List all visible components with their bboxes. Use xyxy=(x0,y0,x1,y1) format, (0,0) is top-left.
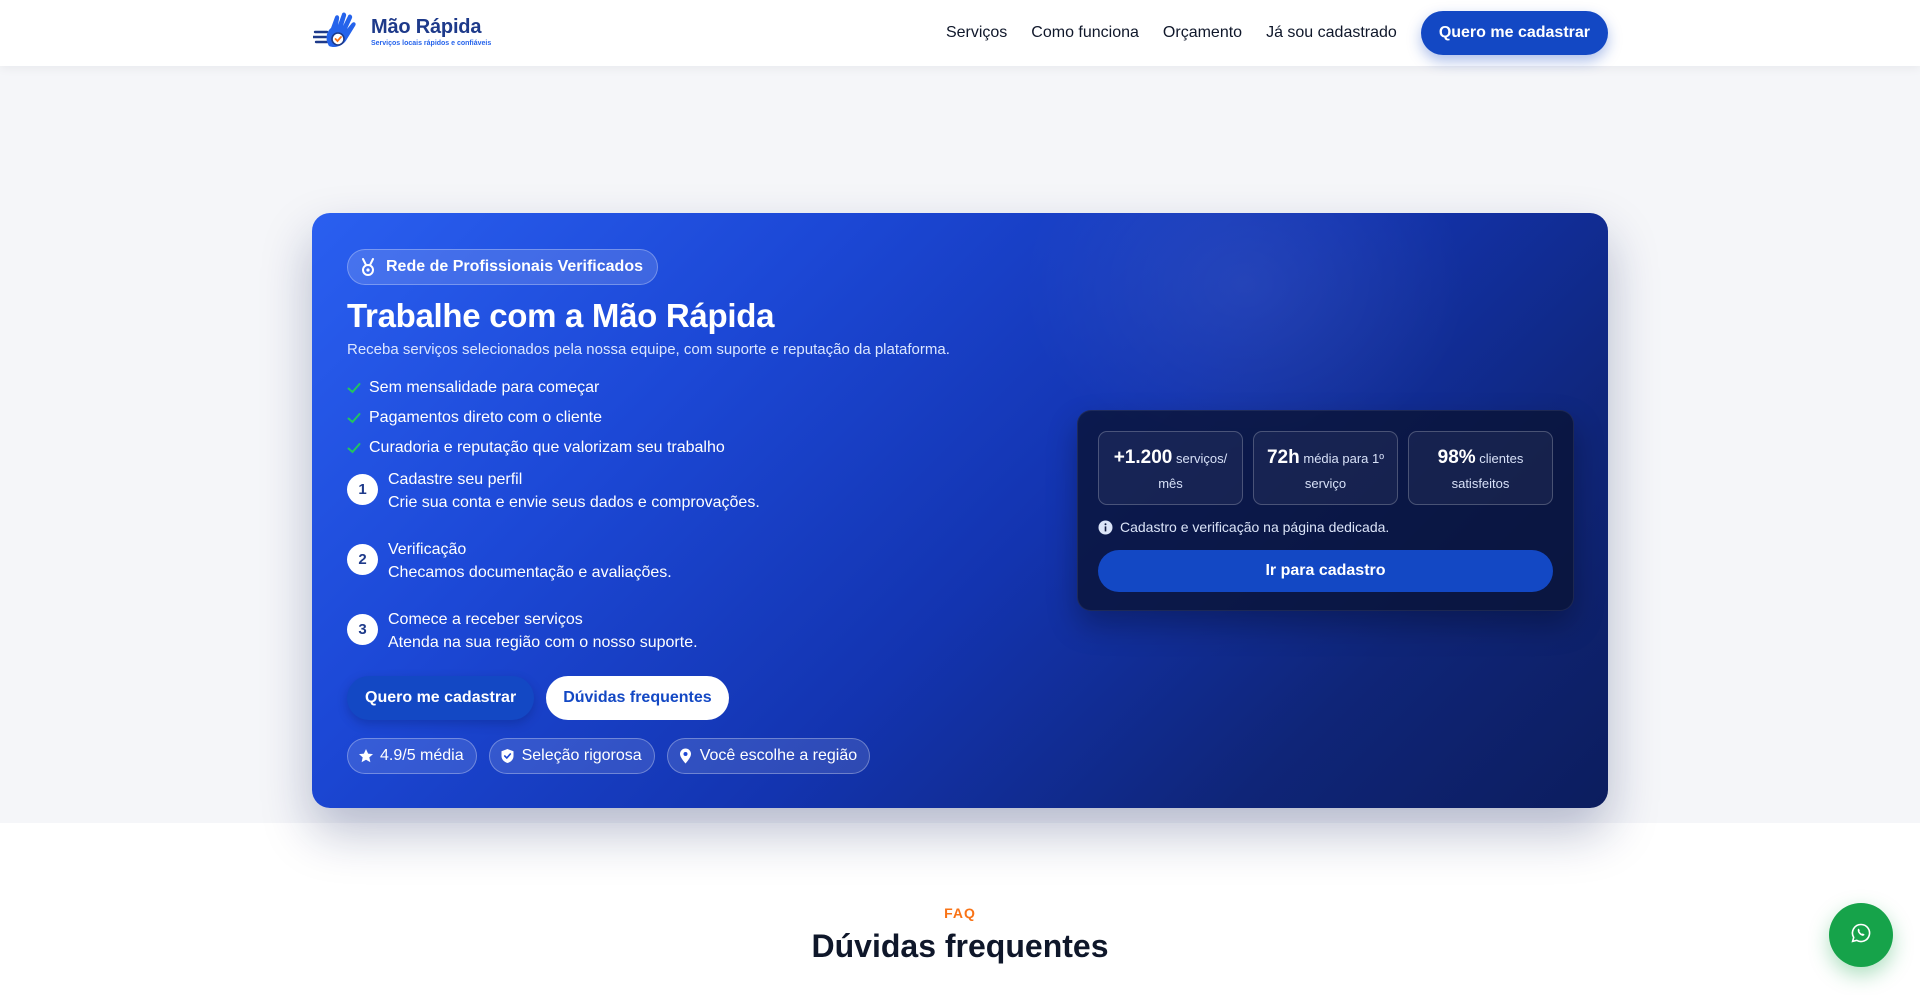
step-title: Verificação xyxy=(388,541,467,558)
stat-card: +1.200 serviços/ mês xyxy=(1098,431,1243,505)
stat-label: média para 1º xyxy=(1303,451,1384,466)
stat-label: serviços/ xyxy=(1175,451,1228,466)
medal-icon xyxy=(358,257,378,277)
stat-value: 98% xyxy=(1437,447,1476,468)
step-item: 2 Verificação Checamos documentação e av… xyxy=(347,538,760,608)
stats-row: +1.200 serviços/ mês 72h média para 1º s… xyxy=(1098,431,1553,505)
stat-label-line2: mês xyxy=(1158,476,1183,491)
stat-label: clientes xyxy=(1479,451,1524,466)
whatsapp-icon xyxy=(1851,923,1871,948)
go-to-signup-button[interactable]: Ir para cadastro xyxy=(1098,550,1553,592)
list-item: Pagamentos direto com o cliente xyxy=(347,403,725,433)
whatsapp-button[interactable] xyxy=(1829,903,1893,967)
rating-chip: 4.9/5 média xyxy=(347,738,477,774)
chip-label: Seleção rigorosa xyxy=(521,747,642,764)
stat-card: 72h média para 1º serviço xyxy=(1253,431,1398,505)
faq-button[interactable]: Dúvidas frequentes xyxy=(546,676,729,720)
step-title: Comece a receber serviços xyxy=(388,611,583,628)
stat-label-line2: serviço xyxy=(1304,476,1347,491)
step-number: 3 xyxy=(347,614,378,645)
stat-card: 98% clientes satisfeitos xyxy=(1408,431,1553,505)
step-description: Atenda na sua região com o nosso suporte… xyxy=(388,634,698,651)
list-item: Sem mensalidade para começar xyxy=(347,373,725,403)
brand-tagline: Serviços locais rápidos e confiáveis xyxy=(371,40,492,47)
hand-logo-icon xyxy=(311,12,365,52)
stat-label-line2: satisfeitos xyxy=(1451,476,1510,491)
brand-name: Mão Rápida xyxy=(371,16,482,38)
map-pin-icon xyxy=(678,748,694,764)
chip-label: 4.9/5 média xyxy=(380,747,464,764)
check-icon xyxy=(347,381,361,395)
star-icon xyxy=(358,748,374,764)
step-number: 1 xyxy=(347,474,378,505)
step-item: 1 Cadastre seu perfil Crie sua conta e e… xyxy=(347,468,760,538)
signup-button[interactable]: Quero me cadastrar xyxy=(347,676,535,720)
verified-badge: Rede de Profissionais Verificados xyxy=(347,249,658,285)
stat-value: +1.200 xyxy=(1113,447,1173,468)
benefits-list: Sem mensalidade para começar Pagamentos … xyxy=(347,373,725,463)
brand-logo[interactable]: Mão Rápida Serviços locais rápidos e con… xyxy=(311,12,492,52)
faq-title: Dúvidas frequentes xyxy=(811,928,1109,964)
hero-section: Rede de Profissionais Verificados Trabal… xyxy=(0,66,1920,823)
stats-panel: +1.200 serviços/ mês 72h média para 1º s… xyxy=(1077,410,1574,611)
hero-title: Trabalhe com a Mão Rápida xyxy=(347,297,775,334)
hero-subtitle: Receba serviços selecionados pela nossa … xyxy=(347,341,950,358)
step-description: Checamos documentação e avaliações. xyxy=(388,564,672,581)
hero-card: Rede de Profissionais Verificados Trabal… xyxy=(312,213,1608,808)
main-nav: Serviços Como funciona Orçamento Já sou … xyxy=(946,11,1608,55)
stat-value: 72h xyxy=(1266,447,1300,468)
list-item: Curadoria e reputação que valorizam seu … xyxy=(347,433,725,463)
shield-check-icon xyxy=(500,748,516,764)
nav-link-orcamento[interactable]: Orçamento xyxy=(1163,24,1242,42)
nav-link-servicos[interactable]: Serviços xyxy=(946,24,1007,42)
trust-chips: 4.9/5 média Seleção rigorosa Você escolh… xyxy=(347,738,871,774)
benefit-label: Sem mensalidade para começar xyxy=(369,379,600,396)
faq-kicker: FAQ xyxy=(944,905,976,921)
nav-link-ja-sou-cadastrado[interactable]: Já sou cadastrado xyxy=(1266,24,1397,42)
site-header: Mão Rápida Serviços locais rápidos e con… xyxy=(0,0,1920,66)
chip-label: Você escolhe a região xyxy=(699,747,858,764)
badge-label: Rede de Profissionais Verificados xyxy=(386,258,643,275)
step-item: 3 Comece a receber serviços Atenda na su… xyxy=(347,608,760,678)
check-icon xyxy=(347,411,361,425)
nav-link-como-funciona[interactable]: Como funciona xyxy=(1031,24,1139,42)
benefit-label: Curadoria e reputação que valorizam seu … xyxy=(369,439,725,456)
selection-chip: Seleção rigorosa xyxy=(488,738,655,774)
step-title: Cadastre seu perfil xyxy=(388,471,523,488)
steps-list: 1 Cadastre seu perfil Crie sua conta e e… xyxy=(347,468,760,678)
step-description: Crie sua conta e envie seus dados e comp… xyxy=(388,494,760,511)
benefit-label: Pagamentos direto com o cliente xyxy=(369,409,603,426)
stats-note: Cadastro e verificação na página dedicad… xyxy=(1098,519,1389,535)
stats-note-text: Cadastro e verificação na página dedicad… xyxy=(1120,519,1390,535)
info-icon xyxy=(1098,520,1113,535)
hero-actions: Quero me cadastrar Dúvidas frequentes xyxy=(347,676,729,720)
step-number: 2 xyxy=(347,544,378,575)
region-chip: Você escolhe a região xyxy=(666,738,871,774)
check-icon xyxy=(347,441,361,455)
header-signup-button[interactable]: Quero me cadastrar xyxy=(1420,11,1608,55)
